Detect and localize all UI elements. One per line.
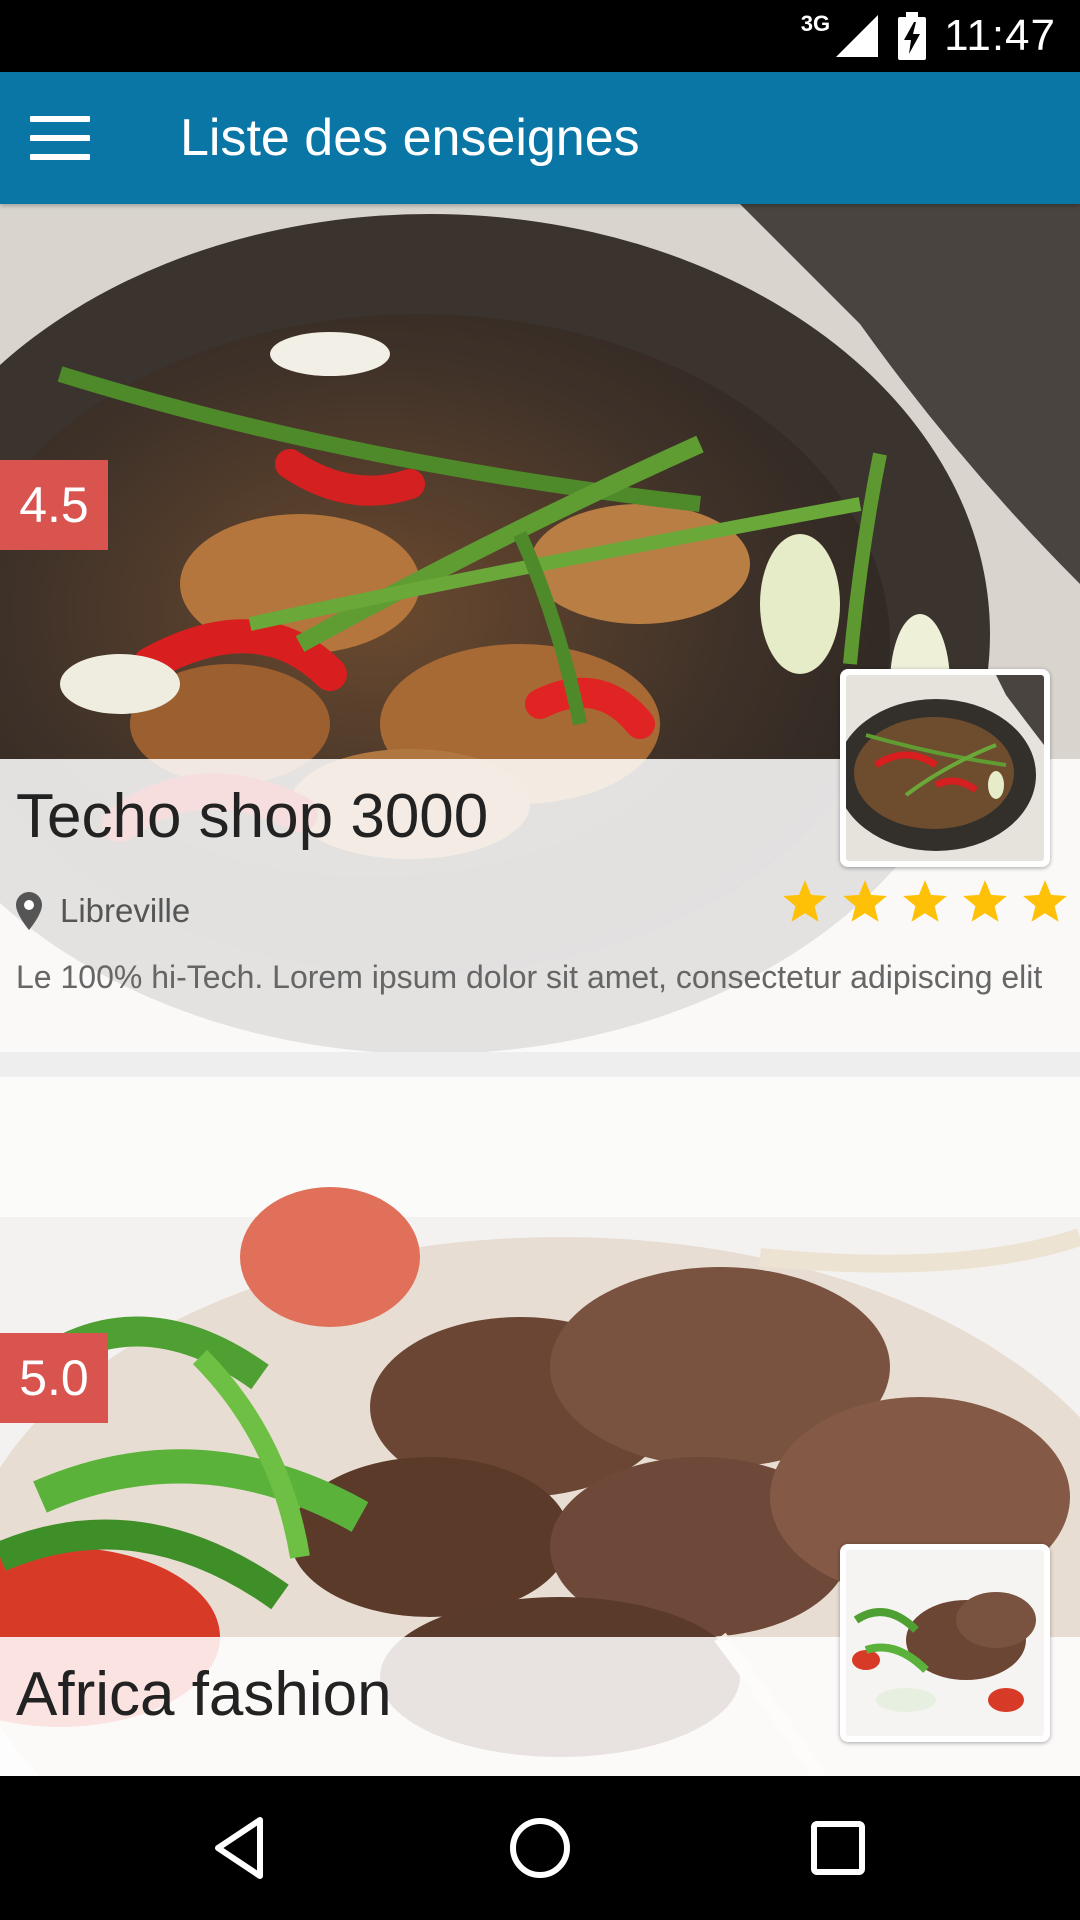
- system-navigation-bar: [0, 1776, 1080, 1920]
- clock: 11:47: [944, 11, 1056, 60]
- star-icon: [843, 880, 887, 922]
- status-bar: 3G 11:47: [0, 0, 1080, 72]
- page-title: Liste des enseignes: [180, 109, 640, 167]
- recent-apps-icon[interactable]: [802, 1812, 874, 1884]
- shop-card[interactable]: 5.0 Africa fashion: [0, 1077, 1080, 1776]
- rating-badge: 5.0: [0, 1333, 108, 1423]
- status-icons: 3G 11:47: [801, 0, 1056, 72]
- city-name: Libreville: [60, 892, 191, 929]
- shop-location: Libreville: [16, 889, 190, 933]
- back-icon[interactable]: [206, 1812, 278, 1884]
- network-type: 3G: [800, 11, 831, 36]
- star-icon: [963, 880, 1007, 922]
- hamburger-menu-icon[interactable]: [24, 110, 96, 166]
- star-icon: [1023, 880, 1067, 922]
- star-icon: [783, 880, 827, 922]
- rating-badge: 4.5: [0, 460, 108, 550]
- home-icon[interactable]: [504, 1812, 576, 1884]
- shop-name: Techo shop 3000: [16, 782, 489, 851]
- shop-thumbnail: [840, 669, 1050, 867]
- shop-thumbnail: [840, 1544, 1050, 1742]
- shop-name: Africa fashion: [16, 1660, 392, 1729]
- shop-list[interactable]: 4.5 Techo shop 3000 Libreville Le 100% h…: [0, 204, 1080, 1776]
- battery-charging-icon: [898, 12, 927, 60]
- shop-description: Le 100% hi-Tech. Lorem ipsum dolor sit a…: [16, 959, 1043, 995]
- star-rating: [780, 877, 1070, 927]
- location-pin-icon: [16, 892, 42, 930]
- app-bar: Liste des enseignes: [0, 72, 1080, 204]
- shop-card[interactable]: 4.5 Techo shop 3000 Libreville Le 100% h…: [0, 204, 1080, 1052]
- star-icon: [903, 880, 947, 922]
- signal-icon: [836, 15, 879, 57]
